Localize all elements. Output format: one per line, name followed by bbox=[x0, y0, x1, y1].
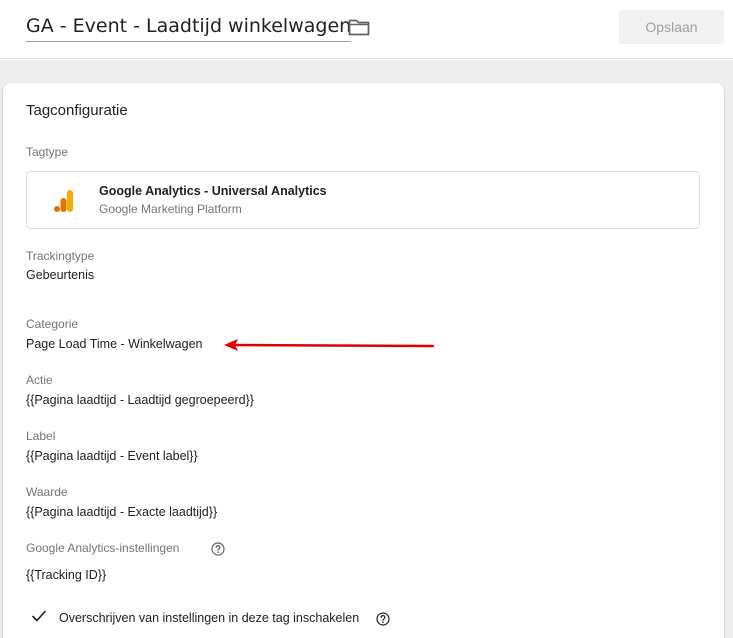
action-label: Actie bbox=[26, 373, 53, 387]
folder-icon[interactable] bbox=[348, 18, 370, 36]
action-value: {{Pagina laadtijd - Laadtijd gegroepeerd… bbox=[26, 393, 254, 407]
card-title: Tagconfiguratie bbox=[26, 102, 128, 119]
tagtype-name: Google Analytics - Universal Analytics bbox=[99, 184, 327, 198]
tag-title[interactable]: GA - Event - Laadtijd winkelwagen bbox=[26, 15, 352, 42]
override-settings-label[interactable]: Overschrijven van instellingen in deze t… bbox=[59, 611, 359, 625]
top-bar: GA - Event - Laadtijd winkelwagen Opslaa… bbox=[0, 0, 733, 59]
label-label: Label bbox=[26, 429, 56, 443]
check-icon[interactable] bbox=[32, 610, 46, 622]
label-value: {{Pagina laadtijd - Event label}} bbox=[26, 449, 198, 463]
help-circle-icon[interactable] bbox=[376, 612, 390, 626]
value-value: {{Pagina laadtijd - Exacte laadtijd}} bbox=[26, 505, 218, 519]
ga-settings-label: Google Analytics-instellingen bbox=[26, 541, 180, 555]
google-analytics-icon bbox=[54, 190, 73, 212]
save-button[interactable]: Opslaan bbox=[619, 10, 724, 44]
value-label: Waarde bbox=[26, 485, 68, 499]
trackingtype-value: Gebeurtenis bbox=[26, 268, 95, 282]
tagtype-platform: Google Marketing Platform bbox=[99, 202, 242, 216]
tagtype-selector[interactable]: Google Analytics - Universal Analytics G… bbox=[26, 171, 700, 229]
ga-settings-value[interactable]: {{Tracking ID}} bbox=[26, 568, 106, 582]
trackingtype-label: Trackingtype bbox=[26, 249, 95, 263]
red-arrow bbox=[224, 339, 435, 351]
tagtype-label: Tagtype bbox=[26, 145, 69, 159]
category-value: Page Load Time - Winkelwagen bbox=[26, 337, 203, 351]
category-label: Categorie bbox=[26, 317, 79, 331]
help-circle-icon[interactable] bbox=[211, 542, 225, 556]
